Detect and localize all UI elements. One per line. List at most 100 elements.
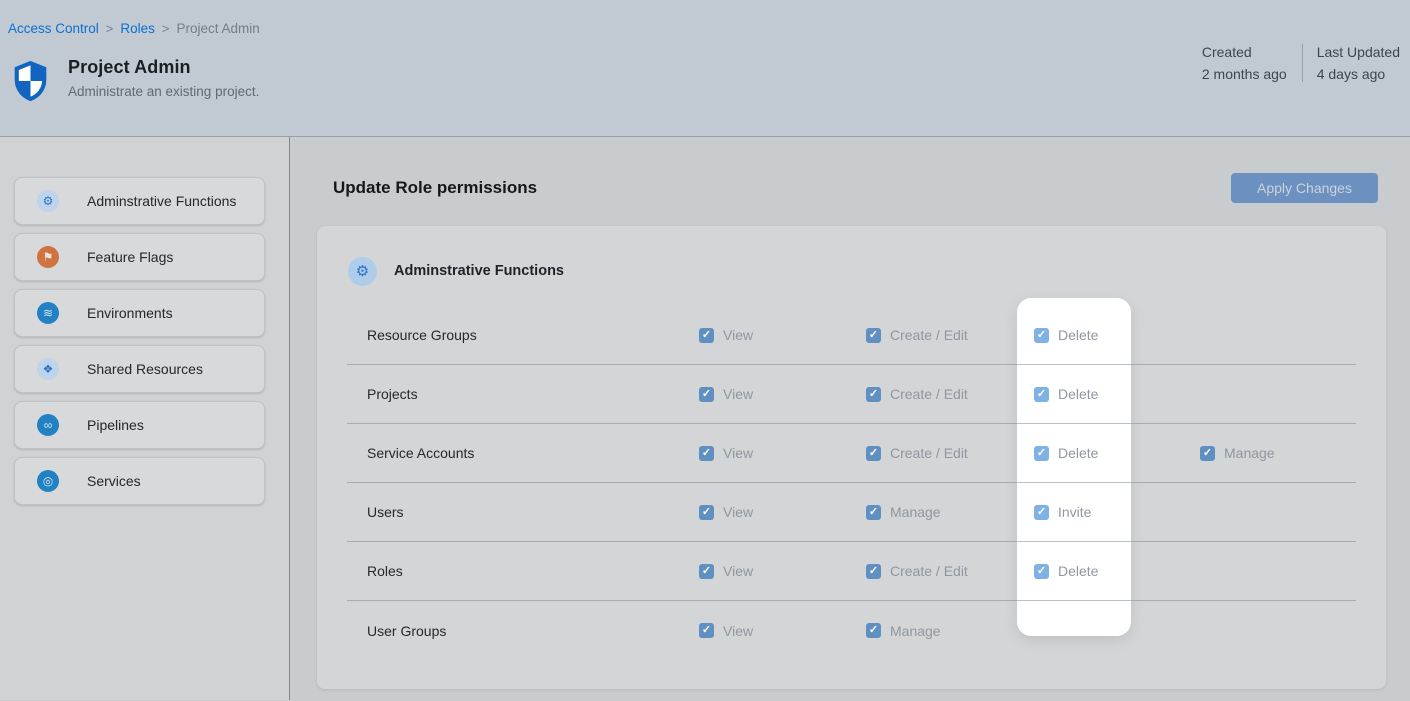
checkbox-checked-icon[interactable]: ✓: [866, 387, 881, 402]
permission-label: Manage: [890, 504, 941, 520]
permission-label: View: [723, 386, 753, 402]
permission-label: Create / Edit: [890, 445, 968, 461]
check-icon: ✓: [1203, 448, 1212, 459]
permission-projects-view[interactable]: ✓ View: [699, 386, 753, 402]
sidebar-item-environments[interactable]: ≋ Environments: [14, 289, 265, 337]
check-icon: ✓: [869, 448, 878, 459]
permission-label: Manage: [1224, 445, 1275, 461]
checkbox-checked-icon[interactable]: ✓: [699, 505, 714, 520]
permission-label: Delete: [1058, 445, 1098, 461]
checkbox-checked-icon[interactable]: ✓: [866, 623, 881, 638]
checkbox-checked-icon[interactable]: ✓: [1034, 505, 1049, 520]
breadcrumb-current-page: Project Admin: [177, 21, 260, 36]
checkbox-checked-icon[interactable]: ✓: [1034, 446, 1049, 461]
page-subtitle: Administrate an existing project.: [68, 84, 259, 99]
apply-changes-button[interactable]: Apply Changes: [1231, 173, 1378, 203]
sidebar-item-label: Environments: [87, 305, 173, 321]
gear-icon: ⚙: [37, 190, 59, 212]
check-icon: ✓: [702, 330, 711, 341]
permission-service-accounts-view[interactable]: ✓View: [699, 445, 753, 461]
checkbox-checked-icon[interactable]: ✓: [866, 446, 881, 461]
check-icon: ✓: [1037, 566, 1046, 577]
resource-name: Resource Groups: [367, 327, 477, 343]
sidebar-item-services[interactable]: ◎Services: [14, 457, 265, 505]
permission-user-groups-manage[interactable]: ✓ Manage: [866, 623, 941, 639]
check-icon: ✓: [702, 448, 711, 459]
breadcrumb: Access Control > Roles > Project Admin: [8, 21, 260, 36]
permission-projects-delete[interactable]: ✓ Delete: [1034, 386, 1098, 402]
permission-users-view[interactable]: ✓ View: [699, 504, 753, 520]
checkbox-checked-icon[interactable]: ✓: [866, 564, 881, 579]
sidebar-item-label: Adminstrative Functions: [87, 193, 236, 209]
resource-name: Roles: [367, 563, 403, 579]
permission-roles-delete[interactable]: ✓Delete: [1034, 563, 1098, 579]
checkbox-checked-icon[interactable]: ✓: [1034, 328, 1049, 343]
check-icon: ✓: [869, 566, 878, 577]
check-icon: ✓: [1037, 448, 1046, 459]
permission-label: Invite: [1058, 504, 1091, 520]
check-icon: ✓: [1037, 330, 1046, 341]
permissions-card: ⚙ Adminstrative Functions Resource Group…: [317, 226, 1386, 689]
resource-name: User Groups: [367, 623, 446, 639]
resource-name: Users: [367, 504, 404, 520]
environments-icon: ≋: [37, 302, 59, 324]
permission-row-user-groups: User Groups✓View✓Manage: [347, 601, 1356, 660]
permission-service-accounts-delete[interactable]: ✓ Delete: [1034, 445, 1098, 461]
checkbox-checked-icon[interactable]: ✓: [699, 328, 714, 343]
permission-projects-create-edit[interactable]: ✓ Create / Edit: [866, 386, 968, 402]
permission-label: Create / Edit: [890, 563, 968, 579]
permission-service-accounts-create-edit[interactable]: ✓ Create / Edit: [866, 445, 968, 461]
permission-row-resource-groups: Resource Groups ✓ View ✓ Create / Edit ✓ Delet…: [347, 306, 1356, 365]
checkbox-checked-icon[interactable]: ✓: [699, 564, 714, 579]
breadcrumb-roles[interactable]: Roles: [120, 21, 155, 36]
sidebar-item-shared-resources[interactable]: ❖Shared Resources: [14, 345, 265, 393]
permission-row-projects: Projects ✓ View ✓ Create / Edit ✓ Delete: [347, 365, 1356, 424]
pipelines-icon: ∞: [37, 414, 59, 436]
role-shield-icon: [14, 61, 47, 101]
checkbox-checked-icon[interactable]: ✓: [866, 328, 881, 343]
permission-label: View: [723, 504, 753, 520]
permission-row-roles: Roles ✓ View ✓ Create / Edit ✓Delete: [347, 542, 1356, 601]
permission-label: Delete: [1058, 327, 1098, 343]
resource-name: Projects: [367, 386, 418, 402]
gear-icon: ⚙: [348, 257, 377, 286]
permission-resource-groups-view[interactable]: ✓ View: [699, 327, 753, 343]
permission-label: Delete: [1058, 386, 1098, 402]
permission-roles-create-edit[interactable]: ✓ Create / Edit: [866, 563, 968, 579]
flag-icon: ⚑: [37, 246, 59, 268]
section-title: Update Role permissions: [333, 178, 537, 198]
main-panel: Update Role permissions Apply Changes ⚙ …: [290, 137, 1410, 700]
permission-resource-groups-delete[interactable]: ✓ Delete: [1034, 327, 1098, 343]
checkbox-checked-icon[interactable]: ✓: [699, 623, 714, 638]
page-title: Project Admin: [68, 57, 259, 78]
page-header: Access Control > Roles > Project Admin P…: [0, 0, 1410, 137]
check-icon: ✓: [1037, 389, 1046, 400]
checkbox-checked-icon[interactable]: ✓: [1034, 387, 1049, 402]
permission-label: Create / Edit: [890, 327, 968, 343]
checkbox-checked-icon[interactable]: ✓: [1034, 564, 1049, 579]
last-updated-value: 4 days ago: [1317, 66, 1400, 82]
last-updated-label: Last Updated: [1317, 44, 1400, 60]
permission-label: Manage: [890, 623, 941, 639]
breadcrumb-access-control[interactable]: Access Control: [8, 21, 99, 36]
permission-users-invite[interactable]: ✓ Invite: [1034, 504, 1091, 520]
checkbox-checked-icon[interactable]: ✓: [699, 446, 714, 461]
permission-users-manage[interactable]: ✓ Manage: [866, 504, 941, 520]
check-icon: ✓: [702, 507, 711, 518]
check-icon: ✓: [869, 507, 878, 518]
permission-user-groups-view[interactable]: ✓View: [699, 623, 753, 639]
permission-service-accounts-manage[interactable]: ✓ Manage: [1200, 445, 1275, 461]
sidebar-item-adminstrative-functions[interactable]: ⚙ Adminstrative Functions: [14, 177, 265, 225]
permission-label: View: [723, 327, 753, 343]
permission-resource-groups-create-edit[interactable]: ✓ Create / Edit: [866, 327, 968, 343]
sidebar-item-pipelines[interactable]: ∞Pipelines: [14, 401, 265, 449]
checkbox-checked-icon[interactable]: ✓: [1200, 446, 1215, 461]
checkbox-checked-icon[interactable]: ✓: [866, 505, 881, 520]
created-value: 2 months ago: [1202, 66, 1287, 82]
permission-label: Create / Edit: [890, 386, 968, 402]
checkbox-checked-icon[interactable]: ✓: [699, 387, 714, 402]
shared-resources-icon: ❖: [37, 358, 59, 380]
sidebar-item-feature-flags[interactable]: ⚑Feature Flags: [14, 233, 265, 281]
permission-label: View: [723, 563, 753, 579]
permission-roles-view[interactable]: ✓ View: [699, 563, 753, 579]
